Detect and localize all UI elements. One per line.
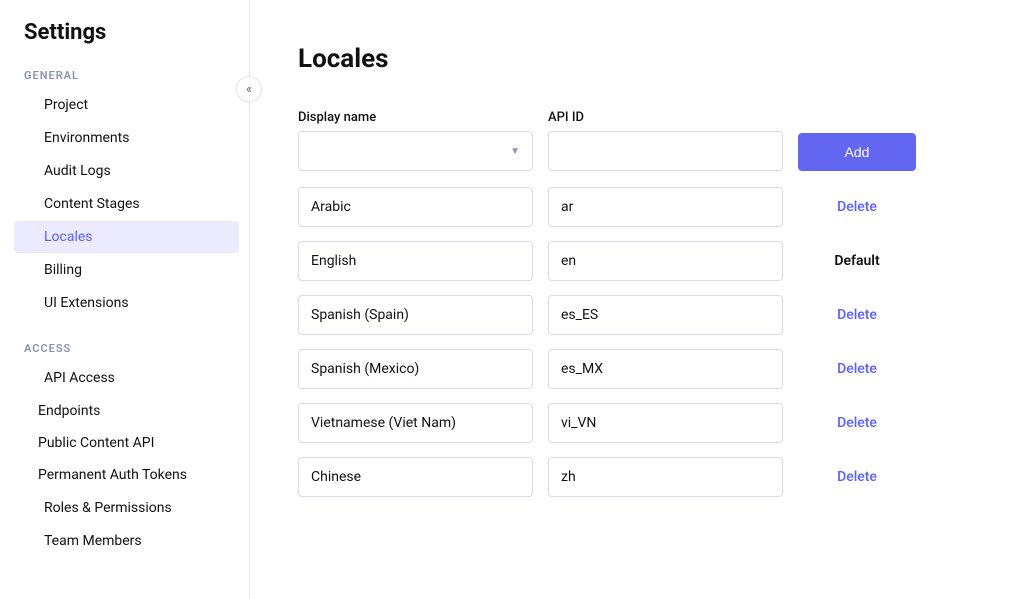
sidebar-item-team-members[interactable]: Team Members	[14, 525, 239, 557]
locale-name[interactable]: Chinese	[298, 457, 533, 497]
locale-id[interactable]: ar	[548, 187, 783, 227]
page-title: Locales	[298, 44, 976, 74]
default-label: Default	[834, 253, 879, 269]
locale-name[interactable]: Arabic	[298, 187, 533, 227]
api-id-input[interactable]	[548, 131, 783, 171]
sidebar-subitem-public-content-api[interactable]: Public Content API	[0, 427, 249, 459]
locale-id[interactable]: zh	[548, 457, 783, 497]
delete-button[interactable]: Delete	[837, 415, 877, 431]
locale-name[interactable]: Spanish (Mexico)	[298, 349, 533, 389]
display-name-label: Display name	[298, 110, 533, 125]
sidebar-item-content-stages[interactable]: Content Stages	[14, 188, 239, 220]
locale-row: English en Default	[298, 241, 976, 281]
delete-button[interactable]: Delete	[837, 199, 877, 215]
sidebar-title: Settings	[0, 16, 249, 63]
header-row: Display name ▼ API ID Add	[298, 110, 976, 171]
sidebar-item-ui-extensions[interactable]: UI Extensions	[14, 287, 239, 319]
sidebar-item-project[interactable]: Project	[14, 89, 239, 121]
locale-row: Spanish (Mexico) es_MX Delete	[298, 349, 976, 389]
locale-row: Arabic ar Delete	[298, 187, 976, 227]
locale-name[interactable]: English	[298, 241, 533, 281]
locale-name[interactable]: Spanish (Spain)	[298, 295, 533, 335]
section-label-general: GENERAL	[0, 63, 249, 88]
sidebar-item-audit-logs[interactable]: Audit Logs	[14, 155, 239, 187]
locale-row: Vietnamese (Viet Nam) vi_VN Delete	[298, 403, 976, 443]
sidebar-subitem-permanent-auth-tokens[interactable]: Permanent Auth Tokens	[0, 459, 249, 491]
locale-id[interactable]: vi_VN	[548, 403, 783, 443]
locale-id[interactable]: es_ES	[548, 295, 783, 335]
locale-row: Chinese zh Delete	[298, 457, 976, 497]
locale-id[interactable]: es_MX	[548, 349, 783, 389]
display-name-select[interactable]: ▼	[298, 131, 533, 171]
section-label-access: ACCESS	[0, 336, 249, 361]
chevron-left-icon: «	[246, 82, 252, 97]
add-button[interactable]: Add	[798, 133, 916, 171]
collapse-sidebar-button[interactable]: «	[236, 76, 262, 102]
sidebar-item-billing[interactable]: Billing	[14, 254, 239, 286]
sidebar: Settings « GENERAL Project Environments …	[0, 0, 250, 599]
delete-button[interactable]: Delete	[837, 469, 877, 485]
sidebar-item-roles-permissions[interactable]: Roles & Permissions	[14, 492, 239, 524]
sidebar-item-api-access[interactable]: API Access	[14, 362, 239, 394]
locale-name[interactable]: Vietnamese (Viet Nam)	[298, 403, 533, 443]
delete-button[interactable]: Delete	[837, 307, 877, 323]
sidebar-item-locales[interactable]: Locales	[14, 221, 239, 253]
api-id-label: API ID	[548, 110, 783, 125]
locale-id[interactable]: en	[548, 241, 783, 281]
delete-button[interactable]: Delete	[837, 361, 877, 377]
chevron-down-icon: ▼	[510, 146, 520, 157]
locale-row: Spanish (Spain) es_ES Delete	[298, 295, 976, 335]
sidebar-item-environments[interactable]: Environments	[14, 122, 239, 154]
main-content: Locales Display name ▼ API ID Add Arabic…	[250, 0, 1024, 599]
sidebar-subitem-endpoints[interactable]: Endpoints	[0, 395, 249, 427]
